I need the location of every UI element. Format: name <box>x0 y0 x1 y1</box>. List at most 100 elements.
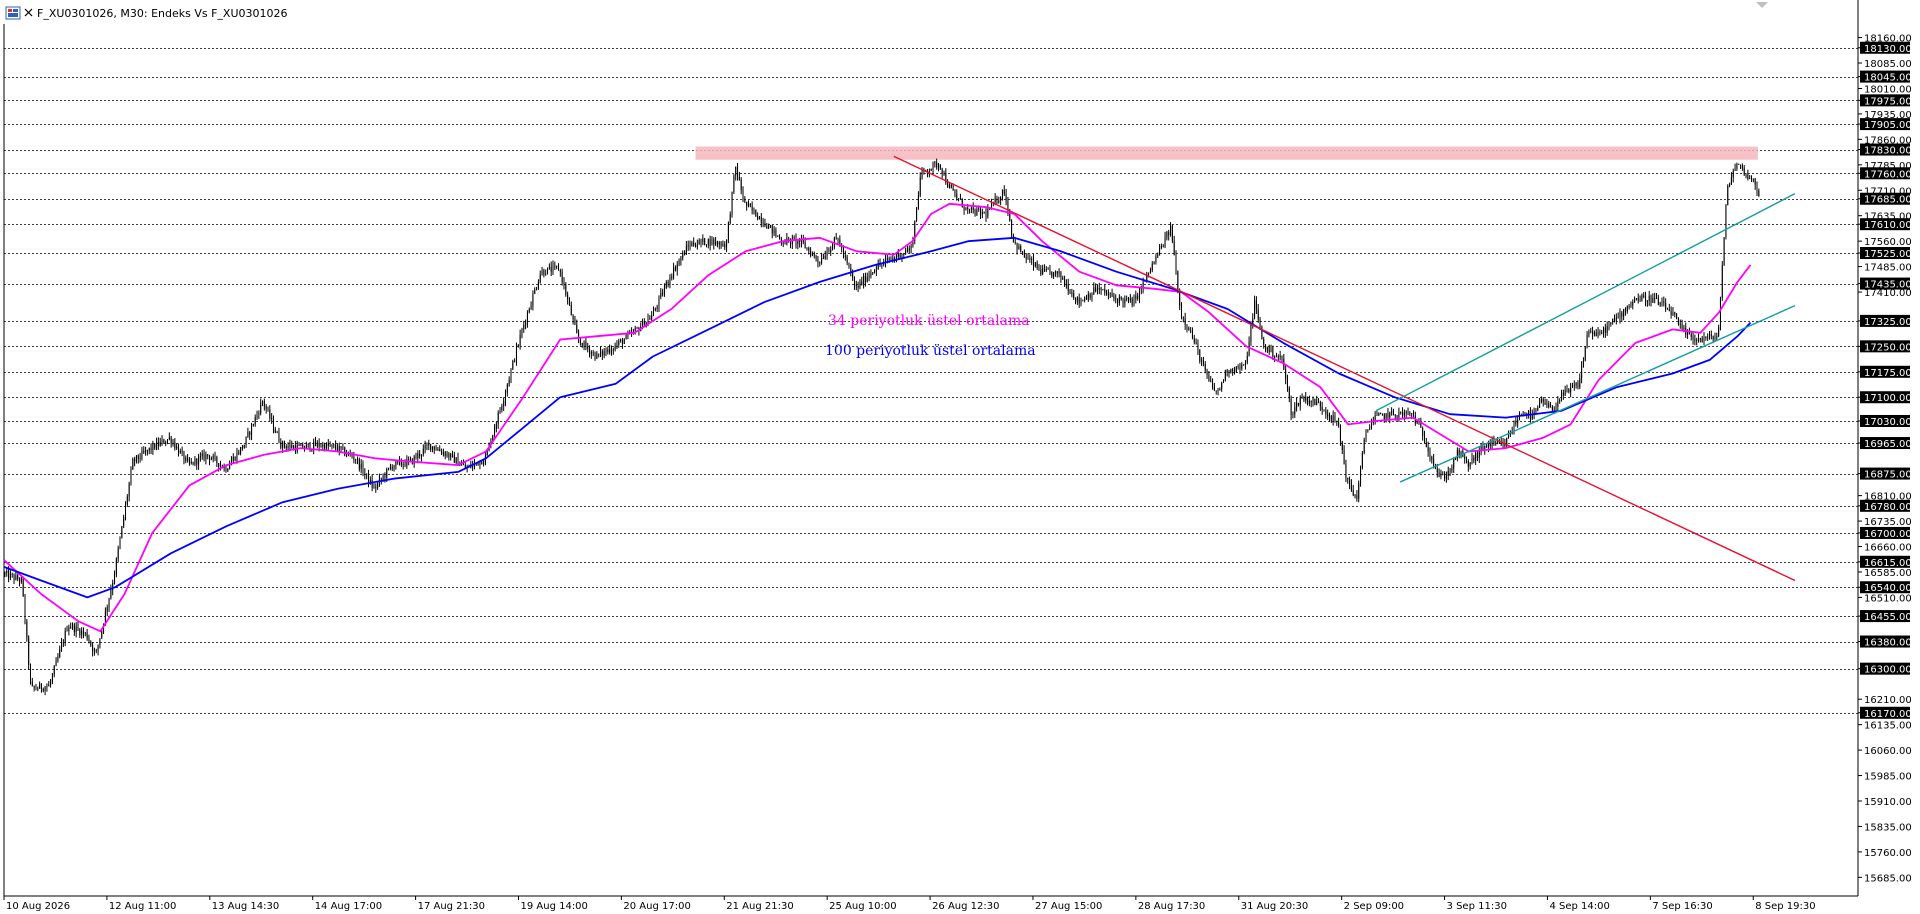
candle-body <box>1749 178 1751 180</box>
candle-body <box>1321 406 1323 410</box>
price-tick-label: 17560.00 <box>1864 237 1912 248</box>
candle-body <box>1058 271 1060 274</box>
candle-body <box>1349 479 1351 485</box>
candle-body <box>446 453 448 456</box>
candle-body <box>55 660 57 667</box>
candle-body <box>190 461 192 464</box>
candle-body <box>42 689 44 691</box>
candle-body <box>1190 330 1192 332</box>
candle-body <box>188 459 190 464</box>
candle-body <box>1513 421 1515 432</box>
candle-body <box>1738 163 1740 165</box>
candle-body <box>6 570 8 574</box>
candle-body <box>1034 262 1036 267</box>
candle-body <box>126 496 128 505</box>
candle-body <box>1328 416 1330 417</box>
candle-body <box>678 260 680 265</box>
window-close-icon[interactable] <box>24 8 33 17</box>
candle-body <box>452 453 454 455</box>
time-tick-label: 13 Aug 14:30 <box>212 901 279 912</box>
candle-body <box>1367 429 1369 431</box>
candle-body <box>556 265 558 267</box>
candle-body <box>603 350 605 356</box>
candle-body <box>1292 414 1294 415</box>
candle-body <box>150 447 152 451</box>
candle-body <box>1226 370 1228 374</box>
candle-body <box>1221 382 1223 390</box>
candle-body <box>744 198 746 202</box>
candle-body <box>932 163 934 170</box>
candle-body <box>79 629 81 636</box>
candle-body <box>81 630 83 636</box>
candle-body <box>415 456 417 459</box>
time-tick-label: 26 Aug 12:30 <box>932 901 999 912</box>
scroll-indicator-icon[interactable] <box>1756 2 1768 8</box>
candle-body <box>75 626 77 633</box>
candle-body <box>183 451 185 461</box>
candle-body <box>448 453 450 458</box>
candle-body <box>766 226 768 229</box>
candle-body <box>1204 364 1206 371</box>
candle-body <box>844 255 846 257</box>
candle-body <box>1548 403 1550 408</box>
ema100-annotation: 100 periyotluk üstel ortalama <box>825 343 1036 359</box>
candle-body <box>1389 412 1391 418</box>
time-tick-label: 19 Aug 14:00 <box>520 901 587 912</box>
candle-body <box>114 574 116 583</box>
candle-body <box>1429 451 1431 458</box>
price-tick-label: 17410.00 <box>1864 288 1912 299</box>
candle-body <box>84 632 86 634</box>
candle-body <box>1149 270 1151 273</box>
candle-body <box>170 437 172 444</box>
chart-header: F_XU0301026, M30: Endeks Vs F_XU0301026 <box>5 6 288 20</box>
candle-body <box>265 406 267 410</box>
candle-body <box>249 432 251 435</box>
candle-body <box>804 242 806 249</box>
candle-body <box>1168 232 1170 236</box>
candle-body <box>437 449 439 451</box>
candle-body <box>1250 324 1252 342</box>
candle-body <box>192 461 194 465</box>
price-axis[interactable]: 18160.0018130.0018085.0018045.0018010.00… <box>1858 34 1912 885</box>
candle-body <box>609 349 611 353</box>
candle-body <box>333 444 335 446</box>
candle-body <box>1725 204 1727 238</box>
price-chart[interactable]: 18160.0018130.0018085.0018045.0018010.00… <box>0 0 1920 914</box>
candle-body <box>656 306 658 309</box>
time-axis[interactable]: 10 Aug 2026 12 Aug 11:00 13 Aug 14:30 14 Au… <box>3 896 1816 912</box>
price-level-label: 17830.00 <box>1864 146 1912 157</box>
candle-body <box>1626 306 1628 312</box>
candle-body <box>1469 462 1471 467</box>
candle-body <box>1645 296 1647 302</box>
candle-body <box>388 467 390 469</box>
candle-body <box>980 208 982 215</box>
candle-body <box>1436 468 1438 473</box>
candle-body <box>1148 272 1150 274</box>
candle-body <box>1175 255 1177 272</box>
candle-body <box>1588 331 1590 335</box>
candle-body <box>930 169 932 171</box>
candle-body <box>594 352 596 359</box>
candle-body <box>137 455 139 459</box>
candle-body <box>1056 271 1058 274</box>
candle-body <box>1126 298 1128 299</box>
candle-body <box>941 168 943 174</box>
candle-body <box>1213 386 1215 391</box>
candle-body <box>1067 284 1069 291</box>
candle-body <box>1586 334 1588 347</box>
candle-body <box>176 446 178 449</box>
candle-body <box>110 589 112 599</box>
time-tick-label: 20 Aug 17:00 <box>623 901 690 912</box>
candle-body <box>1741 165 1743 168</box>
candle-body <box>247 432 249 437</box>
candle-body <box>324 444 326 450</box>
candle-body <box>583 341 585 347</box>
candle-body <box>1665 302 1667 310</box>
candle-body <box>1652 298 1654 303</box>
candle-body <box>410 458 412 460</box>
candle-body <box>1721 265 1723 298</box>
candle-body <box>483 462 485 465</box>
candle-body <box>92 645 94 652</box>
candle-body <box>1714 337 1716 340</box>
candle-body <box>1727 185 1729 205</box>
